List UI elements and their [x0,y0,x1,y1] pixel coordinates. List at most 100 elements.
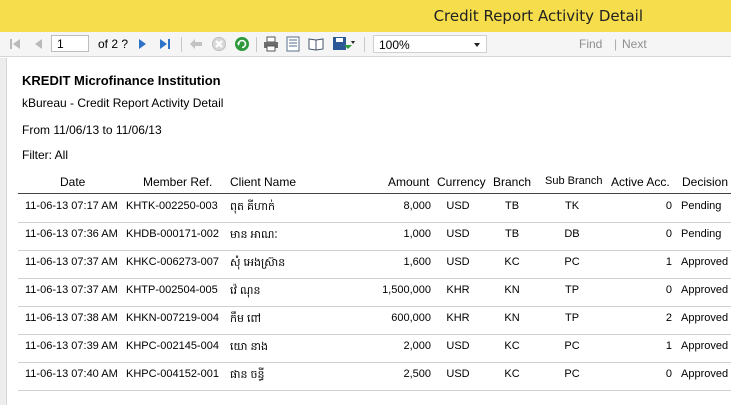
find-link[interactable]: Find [579,37,602,51]
toolbar-separator [181,37,182,52]
cell-branch: KN [504,312,520,324]
cell-branch: TB [504,228,520,240]
cell-date: 11-06-13 07:37 AM [25,256,118,268]
header-decision: Decision [682,175,729,189]
cell-branch: TB [504,200,520,212]
toolbar-separator [364,37,365,52]
header-active-acc: Active Acc. [611,175,670,189]
row-divider [18,306,731,307]
cell-amount: 1,600 [403,256,431,268]
cell-active-acc: 0 [665,228,672,240]
next-page-icon[interactable] [138,36,148,52]
header-sub-branch: Sub Branch [545,175,603,187]
find-next-link[interactable]: Next [622,37,647,51]
previous-page-icon[interactable] [33,36,43,52]
cell-client-name: ផាន ចន្ធី [230,369,265,381]
row-divider [18,250,731,251]
cell-decision: Approved [681,256,729,268]
cell-currency: USD [446,228,470,240]
row-divider [18,278,731,279]
report-toolbar: of 2 ? 100% Find | Next [0,32,731,57]
header-date: Date [60,175,86,189]
cell-member-ref: KHDB-000171-002 [126,228,219,240]
row-divider [18,222,731,223]
cell-client-name: វ៉េ ណុន [230,285,261,297]
cell-member-ref: KHPC-004152-001 [126,368,219,380]
cell-decision: Approved [681,312,729,324]
cell-amount: 600,000 [391,312,431,324]
cell-active-acc: 0 [665,284,672,296]
cell-branch: KN [504,284,520,296]
cell-amount: 1,500,000 [382,284,431,296]
cell-member-ref: KHTK-002250-003 [126,200,218,212]
cell-date: 11-06-13 07:40 AM [25,368,118,380]
cell-sub-branch: TP [564,284,580,296]
stop-icon[interactable] [211,36,227,52]
cell-active-acc: 2 [665,312,672,324]
cell-decision: Approved [681,284,729,296]
page-number-input[interactable] [51,35,89,52]
cell-decision: Approved [681,368,729,380]
cell-sub-branch: PC [564,340,580,352]
cell-currency: USD [446,340,470,352]
row-divider [18,362,731,363]
cell-currency: KHR [446,284,470,296]
cell-member-ref: KHTP-002504-005 [126,284,218,296]
cell-active-acc: 0 [665,368,672,380]
header-amount: Amount [388,175,430,189]
cell-decision: Approved [681,340,729,352]
cell-client-name: កឹម ពៅ [230,313,261,325]
title-bar: Credit Report Activity Detail [0,0,731,32]
cell-sub-branch: DB [564,228,580,240]
cell-active-acc: 0 [665,200,672,212]
cell-amount: 2,500 [403,368,431,380]
report-left-margin [0,58,7,405]
refresh-icon[interactable] [234,36,250,52]
cell-branch: KC [504,340,520,352]
cell-branch: KC [504,368,520,380]
cell-currency: KHR [446,312,470,324]
first-page-icon[interactable] [9,36,21,52]
cell-currency: USD [446,256,470,268]
zoom-value: 100% [379,38,410,52]
chevron-down-icon [474,43,480,47]
header-branch: Branch [493,175,532,189]
cell-decision: Pending [681,228,722,240]
cell-client-name: ពុត គីហាក់ [230,201,275,213]
header-currency: Currency [437,175,486,189]
cell-amount: 1,000 [403,228,431,240]
cell-client-name: មាន អាណៈ [230,229,278,241]
cell-decision: Pending [681,200,722,212]
print-icon[interactable] [263,36,279,52]
back-icon[interactable] [189,36,203,52]
header-member-ref: Member Ref. [143,175,213,189]
cell-member-ref: KHPC-002145-004 [126,340,219,352]
page-count-label: of 2 ? [98,37,129,51]
cell-active-acc: 1 [665,256,672,268]
cell-member-ref: KHKC-006273-007 [126,256,219,268]
cell-sub-branch: PC [564,256,580,268]
window-title: Credit Report Activity Detail [433,7,643,25]
cell-sub-branch: TP [564,312,580,324]
cell-amount: 8,000 [403,200,431,212]
report-subtitle: kBureau - Credit Report Activity Detail [22,96,224,110]
header-divider [18,193,731,194]
cell-branch: KC [504,256,520,268]
cell-member-ref: KHKN-007219-004 [126,312,219,324]
cell-currency: USD [446,200,470,212]
export-icon[interactable] [332,36,356,52]
institution-name: KREDIT Microfinance Institution [22,73,221,88]
date-range: From 11/06/13 to 11/06/13 [22,123,162,137]
cell-amount: 2,000 [403,340,431,352]
zoom-select[interactable]: 100% [373,35,487,53]
last-page-icon[interactable] [159,36,171,52]
print-layout-icon[interactable] [286,36,300,52]
cell-date: 11-06-13 07:17 AM [25,200,118,212]
cell-sub-branch: PC [564,368,580,380]
cell-date: 11-06-13 07:38 AM [25,312,118,324]
find-separator: | [614,37,618,51]
filter-label: Filter: All [22,148,69,162]
page-setup-icon[interactable] [308,36,324,52]
cell-date: 11-06-13 07:37 AM [25,284,118,296]
row-divider [18,334,731,335]
